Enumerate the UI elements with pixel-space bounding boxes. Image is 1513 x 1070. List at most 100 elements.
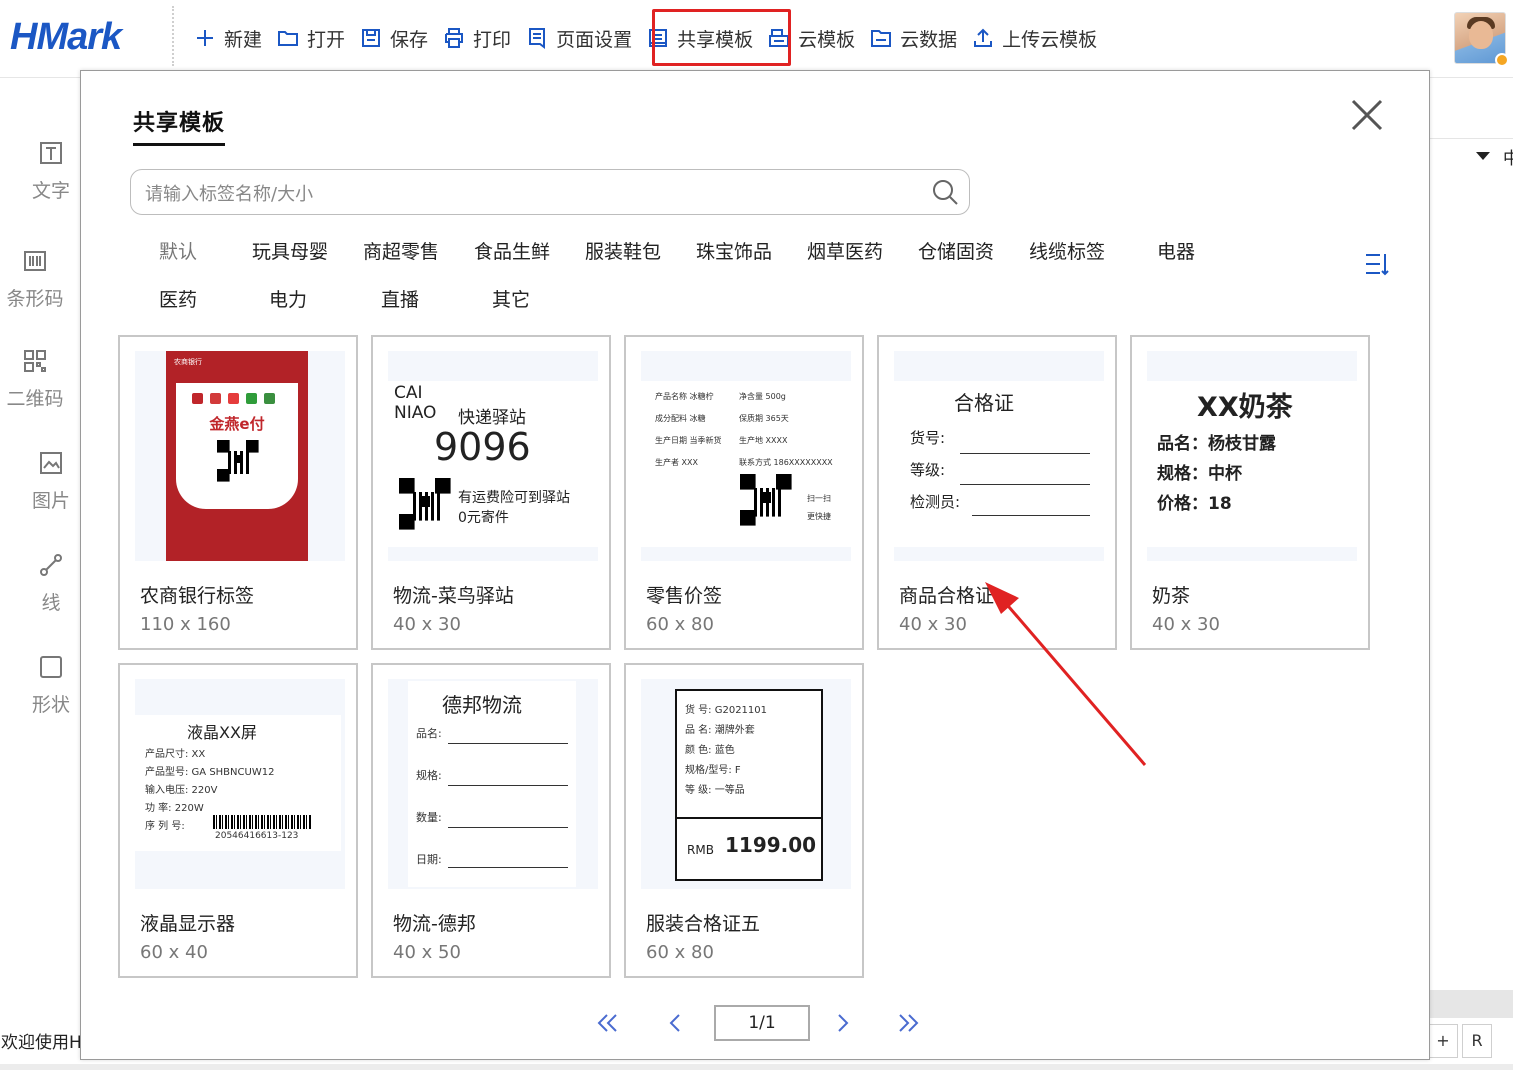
template-size: 60 x 80 [646,614,714,635]
cloud-data-button[interactable]: 云数据 [862,18,964,58]
search-icon[interactable] [931,178,959,206]
debang-label-preview: 德邦物流 品名: 规格: 数量: 日期: [408,681,576,887]
print-button[interactable]: 打印 [435,18,518,58]
line-icon [40,554,62,576]
search-box [130,169,970,215]
category-tobacco[interactable]: 烟草医药 [807,237,883,264]
category-retail[interactable]: 商超零售 [363,237,439,264]
avatar-badge [1495,53,1509,67]
template-thumbnail: CAI NIAO 快递驿站 9096 有运费险可到驿站 0元寄件 [388,351,598,561]
category-apparel[interactable]: 服装鞋包 [585,237,661,264]
cainiao-label-preview: CAI NIAO 快递驿站 9096 有运费险可到驿站 0元寄件 [388,381,598,547]
template-name: 农商银行标签 [140,585,255,607]
pay-icon [228,393,239,404]
category-appliance[interactable]: 电器 [1157,237,1195,264]
category-other[interactable]: 其它 [492,285,530,312]
category-food[interactable]: 食品生鲜 [474,237,550,264]
zoom-in-button[interactable]: + [1428,1024,1458,1058]
template-card[interactable]: 液晶XX屏 产品尺寸: XX 产品型号: GA SHBNCUW12 输入电压: … [118,663,358,978]
lcd-line: 序 列 号: [145,821,185,832]
cloud-data-label: 云数据 [900,28,958,51]
sidebar-item-line[interactable]: 线 [18,552,84,615]
template-card[interactable]: XX奶茶 品名：杨枝甘露 规格：中杯 价格：18 奶茶 40 x 30 [1130,335,1370,650]
template-name: 液晶显示器 [140,913,236,935]
category-default[interactable]: 默认 [159,237,197,264]
sidebar-item-barcode[interactable]: 条形码 [2,248,68,311]
close-button[interactable] [1349,97,1385,133]
reset-button[interactable]: R [1462,1024,1492,1058]
template-name: 零售价签 [646,585,723,607]
category-expand-icon[interactable] [1363,251,1391,277]
category-power[interactable]: 电力 [269,285,307,312]
template-card[interactable]: 合格证 货号: 等级: 检测员: 商品合格证 40 x 30 [877,335,1117,650]
template-size: 60 x 80 [646,942,714,963]
upload-cloud-template-button[interactable]: 上传云模板 [964,18,1104,58]
category-medicine[interactable]: 医药 [159,285,197,312]
cert-underline [960,484,1090,485]
page-setup-label: 页面设置 [556,28,633,51]
garment-line: 货 号: G2021101 [685,705,768,716]
sidebar-item-text[interactable]: 文字 [18,140,84,203]
sidebar-item-label: 线 [41,592,61,614]
template-size: 40 x 30 [393,614,461,635]
sidebar-item-image[interactable]: 图片 [18,450,84,513]
open-button[interactable]: 打开 [269,18,352,58]
share-template-button[interactable]: 共享模板 [639,18,760,58]
cloud-template-button[interactable]: 云模板 [760,18,862,58]
template-card[interactable]: 德邦物流 品名: 规格: 数量: 日期: 物流-德邦 40 x 50 [371,663,611,978]
template-card[interactable]: 货 号: G2021101 品 名: 潮牌外套 颜 色: 蓝色 规格/型号: F… [624,663,864,978]
sidebar-item-label: 形状 [31,694,70,716]
garment-line: 颜 色: 蓝色 [685,745,735,756]
lcd-line: 产品型号: GA SHBNCUW12 [145,767,275,778]
open-label: 打开 [307,28,346,51]
right-panel-scrollbar[interactable] [1430,990,1513,1018]
retail-row: 净含量 500g [739,392,786,401]
debang-title: 德邦物流 [442,693,522,717]
scan-text: 扫一扫 [807,494,831,503]
template-card[interactable]: 农商银行 金燕e付 农商银行标签 110 x 160 [118,335,358,650]
page-indicator[interactable]: 1/1 [714,1005,810,1041]
chevron-left-icon [669,1014,680,1032]
cert-field: 货号: [910,429,946,447]
page-setup-button[interactable]: 页面设置 [518,18,639,58]
debang-underline [448,743,568,744]
sidebar-item-shape[interactable]: 形状 [18,654,84,717]
toolbar-divider [172,6,174,66]
template-name: 服装合格证五 [646,913,761,935]
garment-currency: RMB [687,843,714,857]
template-card[interactable]: 产品名称 冰糖柠 成分配料 冰糖 生产日期 当季新货 生产者 XXX 净含量 5… [624,335,864,650]
app-logo: HMark [10,16,122,58]
print-label: 打印 [473,28,512,51]
category-jewelry[interactable]: 珠宝饰品 [696,237,772,264]
garment-label-preview: 货 号: G2021101 品 名: 潮牌外套 颜 色: 蓝色 规格/型号: F… [675,689,823,881]
new-button[interactable]: 新建 [186,18,269,58]
category-warehouse[interactable]: 仓储固资 [918,237,994,264]
right-panel-divider [1430,138,1513,139]
faster-text: 更快捷 [807,512,831,521]
template-thumbnail: 液晶XX屏 产品尺寸: XX 产品型号: GA SHBNCUW12 输入电压: … [135,679,345,889]
prev-page-button[interactable] [661,1005,691,1041]
pay-icon [264,393,275,404]
avatar[interactable] [1454,12,1509,67]
template-size: 60 x 40 [140,942,208,963]
sidebar-item-qrcode[interactable]: 二维码 [2,348,68,411]
retail-row: 生产地 XXXX [739,436,788,445]
bottom-bar [0,1064,1513,1070]
next-page-button[interactable] [827,1005,857,1041]
save-button[interactable]: 保存 [352,18,435,58]
search-input[interactable] [145,180,915,208]
retail-row: 生产日期 当季新货 [655,436,722,445]
cloud-data-icon [871,30,892,47]
template-card[interactable]: CAI NIAO 快递驿站 9096 有运费险可到驿站 0元寄件 物流-菜鸟驿站… [371,335,611,650]
category-toys[interactable]: 玩具母婴 [252,237,328,264]
template-thumbnail: 货 号: G2021101 品 名: 潮牌外套 颜 色: 蓝色 规格/型号: F… [641,679,851,889]
dropdown-caret-icon[interactable] [1476,152,1490,160]
retail-row: 生产者 XXX [655,458,698,467]
qrcode [739,473,793,527]
first-page-button[interactable] [593,1005,623,1041]
last-page-button[interactable] [893,1005,923,1041]
template-size: 110 x 160 [140,614,231,635]
upload-cloud-template-label: 上传云模板 [1002,28,1098,51]
category-cable[interactable]: 线缆标签 [1029,237,1105,264]
category-live[interactable]: 直播 [381,285,419,312]
